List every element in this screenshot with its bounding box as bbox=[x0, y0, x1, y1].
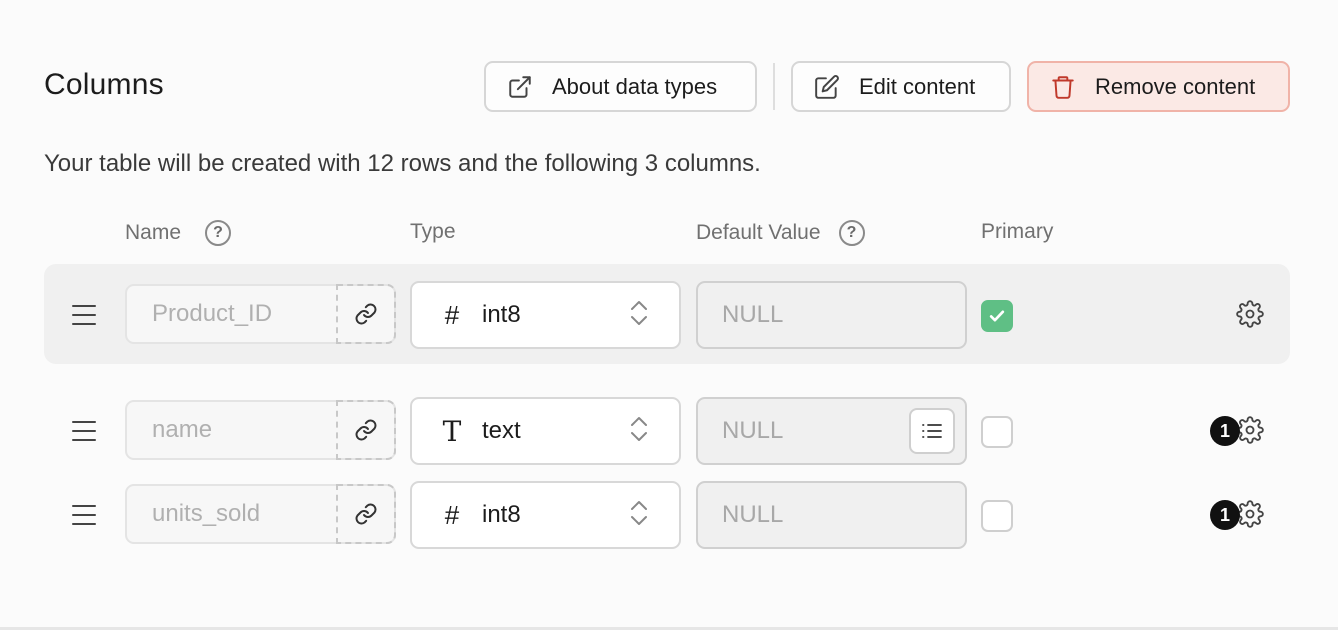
section-title: Columns bbox=[44, 68, 164, 101]
settings-count-badge: 1 bbox=[1210, 500, 1240, 530]
name-help-icon[interactable]: ? bbox=[205, 220, 232, 246]
text-type-icon: T bbox=[442, 414, 462, 448]
hash-icon: # bbox=[444, 499, 460, 530]
default-value-column-header: Default Value ? bbox=[696, 220, 865, 246]
type-column-header: Type bbox=[410, 220, 456, 244]
chevron-up-down-icon bbox=[629, 498, 649, 533]
primary-key-checkbox[interactable] bbox=[981, 416, 1013, 448]
default-value-placeholder: NULL bbox=[722, 301, 784, 328]
about-data-types-button[interactable]: About data types bbox=[484, 61, 757, 112]
column-type-select[interactable]: # int8 bbox=[410, 281, 681, 349]
primary-column-label: Primary bbox=[981, 220, 1054, 243]
chevron-up-down-icon bbox=[629, 298, 649, 333]
primary-column-header: Primary bbox=[981, 220, 1053, 244]
default-value-placeholder: NULL bbox=[722, 417, 784, 444]
settings-gear-icon[interactable] bbox=[1236, 300, 1264, 328]
column-name-value: units_sold bbox=[152, 500, 261, 527]
suggestions-list-button[interactable] bbox=[909, 408, 955, 454]
external-link-icon bbox=[506, 73, 534, 101]
primary-key-checkbox[interactable] bbox=[981, 500, 1013, 532]
foreign-key-link-button[interactable] bbox=[336, 284, 396, 344]
settings-count-badge: 1 bbox=[1210, 416, 1240, 446]
toolbar-divider bbox=[773, 63, 775, 110]
column-name-field[interactable]: units_sold bbox=[125, 484, 396, 544]
column-type-value: int8 bbox=[482, 301, 521, 328]
default-value-help-icon[interactable]: ? bbox=[838, 220, 865, 246]
primary-key-checkbox[interactable] bbox=[981, 300, 1013, 332]
settings-gear-icon[interactable] bbox=[1236, 416, 1264, 444]
name-column-header: Name ? bbox=[125, 220, 232, 246]
remove-content-button[interactable]: Remove content bbox=[1027, 61, 1290, 112]
table-summary: Your table will be created with 12 rows … bbox=[44, 150, 761, 177]
edit-content-button[interactable]: Edit content bbox=[791, 61, 1011, 112]
column-name-field[interactable]: Product_ID bbox=[125, 284, 396, 344]
column-name-value: Product_ID bbox=[152, 300, 273, 327]
list-icon bbox=[922, 424, 942, 438]
foreign-key-link-button[interactable] bbox=[336, 400, 396, 460]
trash-icon bbox=[1049, 73, 1077, 101]
about-data-types-label: About data types bbox=[552, 73, 718, 99]
drag-handle-icon[interactable] bbox=[72, 505, 96, 525]
drag-handle-icon[interactable] bbox=[72, 305, 96, 325]
default-value-placeholder: NULL bbox=[722, 501, 784, 528]
default-value-column-label: Default Value bbox=[696, 221, 821, 244]
link-icon bbox=[355, 419, 377, 441]
drag-handle-icon[interactable] bbox=[72, 421, 96, 441]
hash-icon: # bbox=[444, 299, 460, 330]
column-name-field[interactable]: name bbox=[125, 400, 396, 460]
foreign-key-link-button[interactable] bbox=[336, 484, 396, 544]
default-value-field[interactable]: NULL bbox=[696, 281, 967, 349]
default-value-field[interactable]: NULL bbox=[696, 397, 967, 465]
check-icon bbox=[989, 310, 1005, 322]
column-name-value: name bbox=[152, 416, 213, 443]
default-value-field[interactable]: NULL bbox=[696, 481, 967, 549]
column-type-select[interactable]: T text bbox=[410, 397, 681, 465]
column-type-select[interactable]: # int8 bbox=[410, 481, 681, 549]
link-icon bbox=[355, 503, 377, 525]
edit-content-label: Edit content bbox=[859, 73, 976, 99]
name-column-label: Name bbox=[125, 221, 182, 244]
link-icon bbox=[355, 303, 377, 325]
type-column-label: Type bbox=[410, 220, 456, 243]
settings-gear-icon[interactable] bbox=[1236, 500, 1264, 528]
chevron-up-down-icon bbox=[629, 414, 649, 449]
column-type-value: text bbox=[482, 417, 521, 444]
edit-icon bbox=[813, 73, 841, 101]
column-type-value: int8 bbox=[482, 501, 521, 528]
remove-content-label: Remove content bbox=[1095, 73, 1256, 99]
